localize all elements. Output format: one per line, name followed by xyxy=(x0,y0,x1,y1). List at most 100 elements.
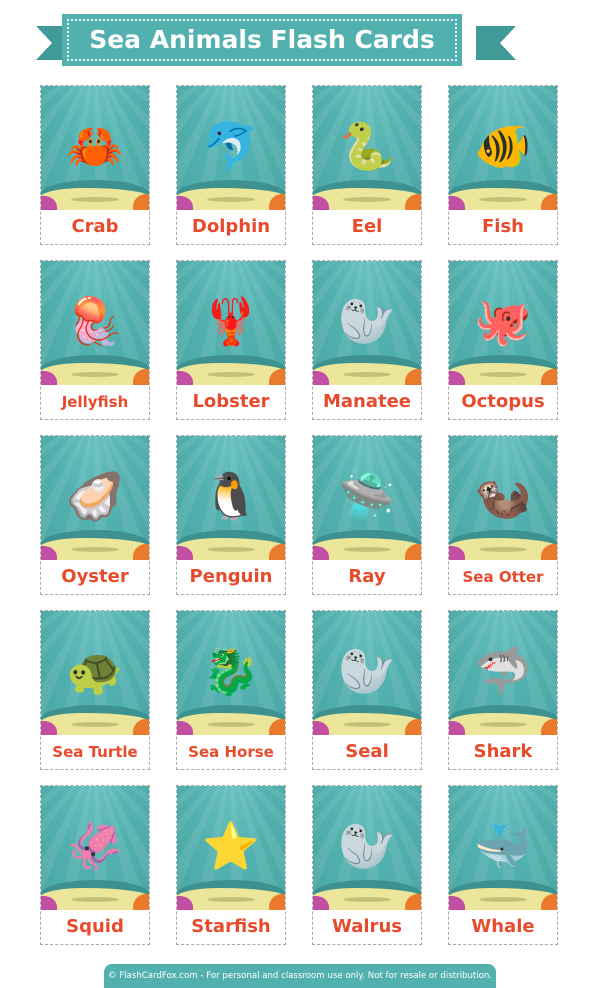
walrus-icon: 🦭 xyxy=(338,818,396,873)
flash-card[interactable]: 🦑 Squid xyxy=(40,785,150,945)
card-scene: 🦭 xyxy=(313,786,421,910)
sea-turtle-icon: 🐢 xyxy=(66,643,124,698)
animal-shadow xyxy=(479,547,527,552)
card-scene: 🛸 xyxy=(313,436,421,560)
flash-card[interactable]: 🛸 Ray xyxy=(312,435,422,595)
shark-icon: 🦈 xyxy=(474,643,532,698)
card-label: Sea Horse xyxy=(188,743,274,761)
flash-card[interactable]: 🦭 Seal xyxy=(312,610,422,770)
eel-icon: 🐍 xyxy=(338,118,396,173)
animal-shadow xyxy=(343,372,391,377)
card-scene: 🪼 xyxy=(41,261,149,385)
card-scene: 🐉 xyxy=(177,611,285,735)
flash-card[interactable]: 🐬 Dolphin xyxy=(176,85,286,245)
oyster-icon: 🦪 xyxy=(66,468,124,523)
card-scene: 🐳 xyxy=(449,786,557,910)
card-label: Whale xyxy=(471,916,535,937)
squid-icon: 🦑 xyxy=(66,818,124,873)
animal-shadow xyxy=(71,372,119,377)
flash-card[interactable]: 🦞 Lobster xyxy=(176,260,286,420)
card-label: Starfish xyxy=(191,916,271,937)
sea-otter-icon: 🦦 xyxy=(474,468,532,523)
sea-horse-icon: 🐉 xyxy=(202,643,260,698)
animal-shadow xyxy=(71,197,119,202)
card-label: Oyster xyxy=(61,566,129,587)
flash-card[interactable]: 🐳 Whale xyxy=(448,785,558,945)
flash-card[interactable]: 🦀 Crab xyxy=(40,85,150,245)
penguin-icon: 🐧 xyxy=(202,468,260,523)
card-scene: 🦞 xyxy=(177,261,285,385)
card-scene: 🦀 xyxy=(41,86,149,210)
card-label: Sea Otter xyxy=(462,568,544,586)
flash-card[interactable]: 🦪 Oyster xyxy=(40,435,150,595)
card-label: Eel xyxy=(351,216,383,237)
flash-card[interactable]: ⭐ Starfish xyxy=(176,785,286,945)
fish-icon: 🐠 xyxy=(474,118,532,173)
card-scene: 🐍 xyxy=(313,86,421,210)
animal-shadow xyxy=(343,547,391,552)
card-scene: 🦭 xyxy=(313,261,421,385)
card-label: Penguin xyxy=(189,566,273,587)
animal-shadow xyxy=(207,547,255,552)
animal-shadow xyxy=(207,197,255,202)
animal-shadow xyxy=(207,722,255,727)
flash-card[interactable]: 🐍 Eel xyxy=(312,85,422,245)
flash-card[interactable]: 🐙 Octopus xyxy=(448,260,558,420)
card-label: Lobster xyxy=(192,391,270,412)
card-label: Walrus xyxy=(332,916,402,937)
card-scene: 🦪 xyxy=(41,436,149,560)
manatee-icon: 🦭 xyxy=(338,293,396,348)
footer-copyright: © FlashCardFox.com - For personal and cl… xyxy=(104,964,496,988)
ray-icon: 🛸 xyxy=(338,468,396,523)
card-label: Ray xyxy=(348,566,386,587)
card-scene: 🦦 xyxy=(449,436,557,560)
card-scene: 🐠 xyxy=(449,86,557,210)
whale-icon: 🐳 xyxy=(474,818,532,873)
card-label: Squid xyxy=(66,916,124,937)
flash-card[interactable]: 🦦 Sea Otter xyxy=(448,435,558,595)
card-scene: 🐬 xyxy=(177,86,285,210)
card-label: Octopus xyxy=(461,391,545,412)
flash-card[interactable]: 🐢 Sea Turtle xyxy=(40,610,150,770)
crab-icon: 🦀 xyxy=(66,118,124,173)
card-scene: 🦭 xyxy=(313,611,421,735)
flash-card[interactable]: 🦈 Shark xyxy=(448,610,558,770)
card-scene: 🐧 xyxy=(177,436,285,560)
dolphin-icon: 🐬 xyxy=(202,118,260,173)
card-label: Manatee xyxy=(322,391,412,412)
card-scene: ⭐ xyxy=(177,786,285,910)
animal-shadow xyxy=(343,197,391,202)
flash-card[interactable]: 🦭 Walrus xyxy=(312,785,422,945)
octopus-icon: 🐙 xyxy=(474,293,532,348)
card-label: Fish xyxy=(482,216,524,237)
animal-shadow xyxy=(479,197,527,202)
flash-card[interactable]: 🦭 Manatee xyxy=(312,260,422,420)
flash-card[interactable]: 🐠 Fish xyxy=(448,85,558,245)
card-label: Dolphin xyxy=(191,216,271,237)
animal-shadow xyxy=(479,372,527,377)
card-scene: 🦑 xyxy=(41,786,149,910)
animal-shadow xyxy=(343,722,391,727)
card-scene: 🐙 xyxy=(449,261,557,385)
animal-shadow xyxy=(343,897,391,902)
flash-card[interactable]: 🐉 Sea Horse xyxy=(176,610,286,770)
animal-shadow xyxy=(71,722,119,727)
page-title: Sea Animals Flash Cards xyxy=(89,25,435,54)
lobster-icon: 🦞 xyxy=(202,293,260,348)
jellyfish-icon: 🪼 xyxy=(66,293,124,348)
card-label: Seal xyxy=(345,741,389,762)
flash-card[interactable]: 🪼 Jellyfish xyxy=(40,260,150,420)
card-label: Jellyfish xyxy=(61,393,129,411)
card-scene: 🦈 xyxy=(449,611,557,735)
title-ribbon-right xyxy=(476,26,516,60)
animal-shadow xyxy=(479,897,527,902)
card-label: Shark xyxy=(473,741,533,762)
card-scene: 🐢 xyxy=(41,611,149,735)
animal-shadow xyxy=(207,897,255,902)
flash-card[interactable]: 🐧 Penguin xyxy=(176,435,286,595)
seal-icon: 🦭 xyxy=(338,643,396,698)
card-label: Sea Turtle xyxy=(52,743,138,761)
animal-shadow xyxy=(71,897,119,902)
starfish-icon: ⭐ xyxy=(202,818,260,873)
animal-shadow xyxy=(207,372,255,377)
